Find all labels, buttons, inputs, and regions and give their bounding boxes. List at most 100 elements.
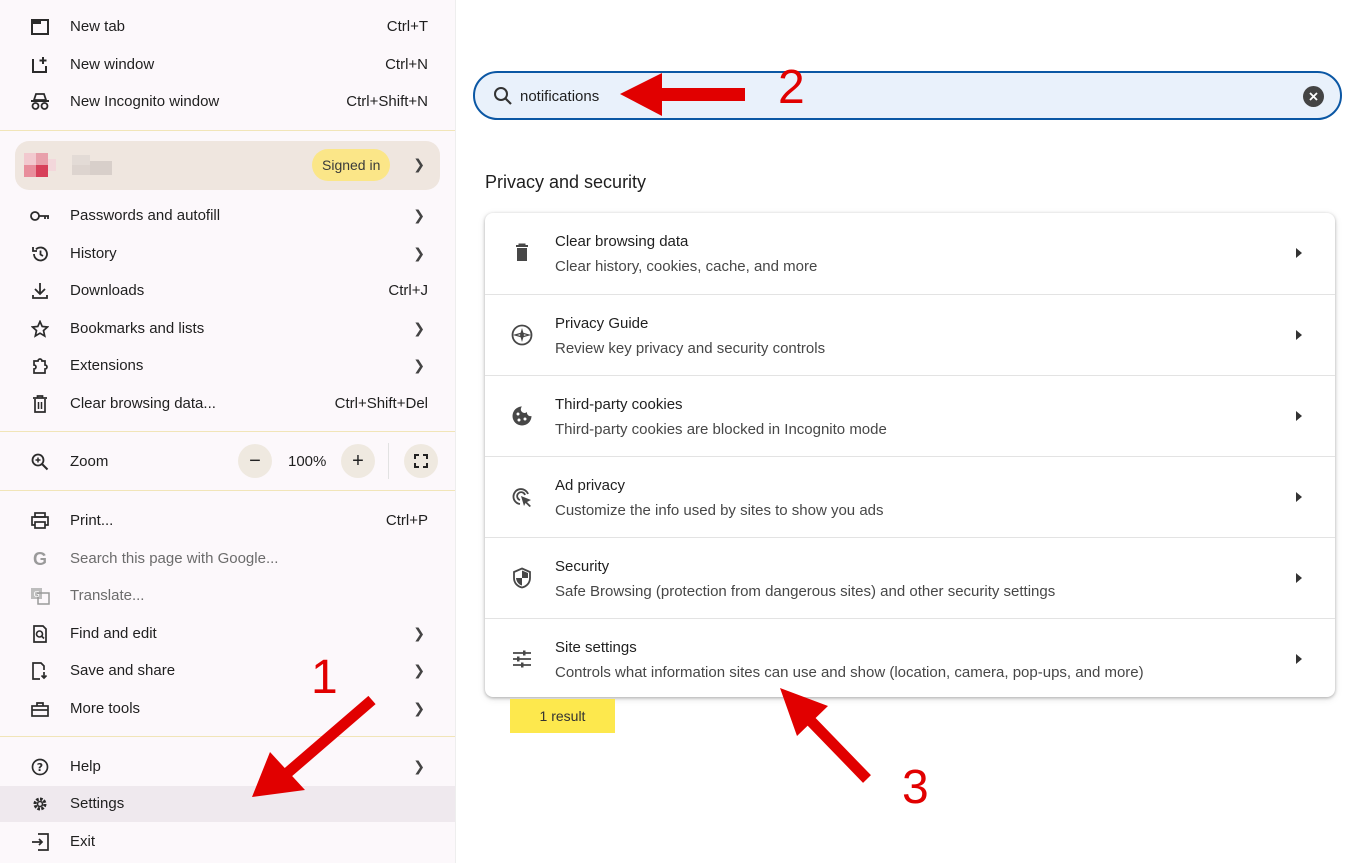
clear-search-button[interactable]: [1303, 86, 1324, 107]
menu-label: Extensions: [70, 357, 144, 374]
sliders-icon: [511, 648, 533, 670]
annotation-label-2: 2: [778, 61, 805, 114]
menu-label: Bookmarks and lists: [70, 320, 205, 337]
menu-label: Translate...: [70, 587, 145, 604]
menu-label: New tab: [70, 18, 126, 35]
menu-divider: [0, 490, 455, 491]
menu-label: Search this page with Google...: [70, 550, 279, 567]
menu-item-save-and-share[interactable]: Save and share ❯: [0, 653, 455, 689]
menu-label: Clear browsing data...: [70, 395, 216, 412]
arrow-right-icon: [1296, 573, 1302, 583]
save-share-icon: [30, 661, 50, 681]
arrow-right-icon: [1296, 411, 1302, 421]
menu-item-search-with-google[interactable]: G Search this page with Google...: [0, 541, 455, 577]
chevron-right-icon: ❯: [413, 700, 425, 716]
settings-row-security[interactable]: Security Safe Browsing (protection from …: [485, 537, 1335, 619]
menu-item-translate[interactable]: G Translate...: [0, 578, 455, 614]
row-title: Ad privacy: [555, 477, 626, 494]
chevron-right-icon: ❯: [413, 207, 425, 223]
settings-row-privacy-guide[interactable]: Privacy Guide Review key privacy and sec…: [485, 294, 1335, 376]
menu-label: Help: [70, 758, 101, 775]
translate-icon: G: [30, 586, 50, 606]
menu-item-extensions[interactable]: Extensions ❯: [0, 348, 455, 384]
menu-item-new-window[interactable]: New window Ctrl+N: [0, 47, 455, 83]
exit-icon: [30, 832, 50, 852]
download-icon: [30, 281, 50, 301]
menu-item-zoom: Zoom: [0, 444, 455, 480]
zoom-in-button[interactable]: +: [341, 444, 375, 478]
row-title: Security: [555, 558, 610, 575]
menu-shortcut: Ctrl+N: [385, 56, 428, 73]
menu-shortcut: Ctrl+T: [386, 18, 428, 35]
row-subtitle: Review key privacy and security controls: [555, 340, 826, 357]
key-icon: [30, 206, 50, 226]
settings-row-clear-browsing-data[interactable]: Clear browsing data Clear history, cooki…: [485, 213, 1335, 294]
chevron-right-icon: ❯: [413, 357, 425, 373]
menu-item-clear-browsing-data[interactable]: Clear browsing data... Ctrl+Shift+Del: [0, 386, 455, 422]
annotation-label-1: 1: [311, 651, 338, 704]
menu-label: Save and share: [70, 662, 176, 679]
search-input[interactable]: notifications: [520, 88, 599, 105]
shield-icon: [511, 567, 533, 589]
arrow-right-icon: [1296, 654, 1302, 664]
menu-item-incognito[interactable]: New Incognito window Ctrl+Shift+N: [0, 84, 455, 120]
profile-row[interactable]: Signed in ❯: [15, 141, 440, 190]
chevron-right-icon: ❯: [413, 320, 425, 336]
print-icon: [30, 511, 50, 531]
incognito-icon: [30, 92, 50, 112]
menu-shortcut: Ctrl+J: [388, 282, 428, 299]
zoom-out-button[interactable]: −: [238, 444, 272, 478]
row-subtitle: Third-party cookies are blocked in Incog…: [555, 421, 887, 438]
star-icon: [30, 319, 50, 339]
row-subtitle: Controls what information sites can use …: [555, 664, 1144, 681]
svg-text:?: ?: [37, 761, 43, 774]
trash-icon: [511, 242, 533, 264]
settings-search-box[interactable]: notifications: [473, 71, 1342, 120]
arrow-right-icon: [1296, 330, 1302, 340]
signed-in-badge: Signed in: [312, 149, 391, 181]
settings-row-ad-privacy[interactable]: Ad privacy Customize the info used by si…: [485, 456, 1335, 538]
close-icon: [1309, 92, 1318, 101]
menu-item-settings[interactable]: Settings: [0, 786, 455, 822]
menu-shortcut: Ctrl+Shift+N: [346, 93, 428, 110]
menu-item-more-tools[interactable]: More tools ❯: [0, 691, 455, 727]
menu-item-new-tab[interactable]: New tab Ctrl+T: [0, 9, 455, 45]
menu-shortcut: Ctrl+Shift+Del: [334, 395, 428, 412]
fullscreen-button[interactable]: [404, 444, 438, 478]
annotation-label-3: 3: [902, 761, 929, 814]
menu-item-exit[interactable]: Exit: [0, 824, 455, 860]
menu-item-find-and-edit[interactable]: Find and edit ❯: [0, 616, 455, 652]
menu-item-help[interactable]: ? Help ❯: [0, 749, 455, 785]
fullscreen-icon: [414, 454, 428, 468]
row-title: Privacy Guide: [555, 315, 649, 332]
settings-row-site-settings[interactable]: Site settings Controls what information …: [485, 618, 1335, 700]
zoom-icon: [30, 452, 50, 472]
row-subtitle: Safe Browsing (protection from dangerous…: [555, 583, 1056, 600]
menu-item-downloads[interactable]: Downloads Ctrl+J: [0, 273, 455, 309]
menu-item-print[interactable]: Print... Ctrl+T Ctrl+P: [0, 503, 455, 539]
arrow-right-icon: [1296, 492, 1302, 502]
menu-label: History: [70, 245, 117, 262]
menu-label: Print...: [70, 512, 114, 529]
menu-label: Settings: [70, 795, 125, 812]
menu-label: Exit: [70, 833, 96, 850]
chevron-right-icon: ❯: [413, 156, 425, 172]
menu-item-history[interactable]: History ❯: [0, 236, 455, 272]
zoom-divider: [388, 443, 389, 479]
chrome-menu: New tab Ctrl+T New window Ctrl+N New Inc…: [0, 0, 456, 863]
menu-divider: [0, 736, 455, 737]
row-title: Third-party cookies: [555, 396, 683, 413]
menu-label: New window: [70, 56, 155, 73]
row-title: Clear browsing data: [555, 233, 689, 250]
menu-item-bookmarks[interactable]: Bookmarks and lists ❯: [0, 311, 455, 347]
toolbox-icon: [30, 699, 50, 719]
puzzle-icon: [30, 356, 50, 376]
chevron-right-icon: ❯: [413, 758, 425, 774]
section-title: Privacy and security: [485, 172, 647, 192]
settings-row-third-party-cookies[interactable]: Third-party cookies Third-party cookies …: [485, 375, 1335, 457]
arrow-right-icon: [1296, 248, 1302, 258]
chevron-right-icon: ❯: [413, 625, 425, 641]
menu-item-passwords[interactable]: Passwords and autofill ❯: [0, 198, 455, 234]
new-tab-icon: [30, 17, 50, 37]
history-icon: [30, 244, 50, 264]
